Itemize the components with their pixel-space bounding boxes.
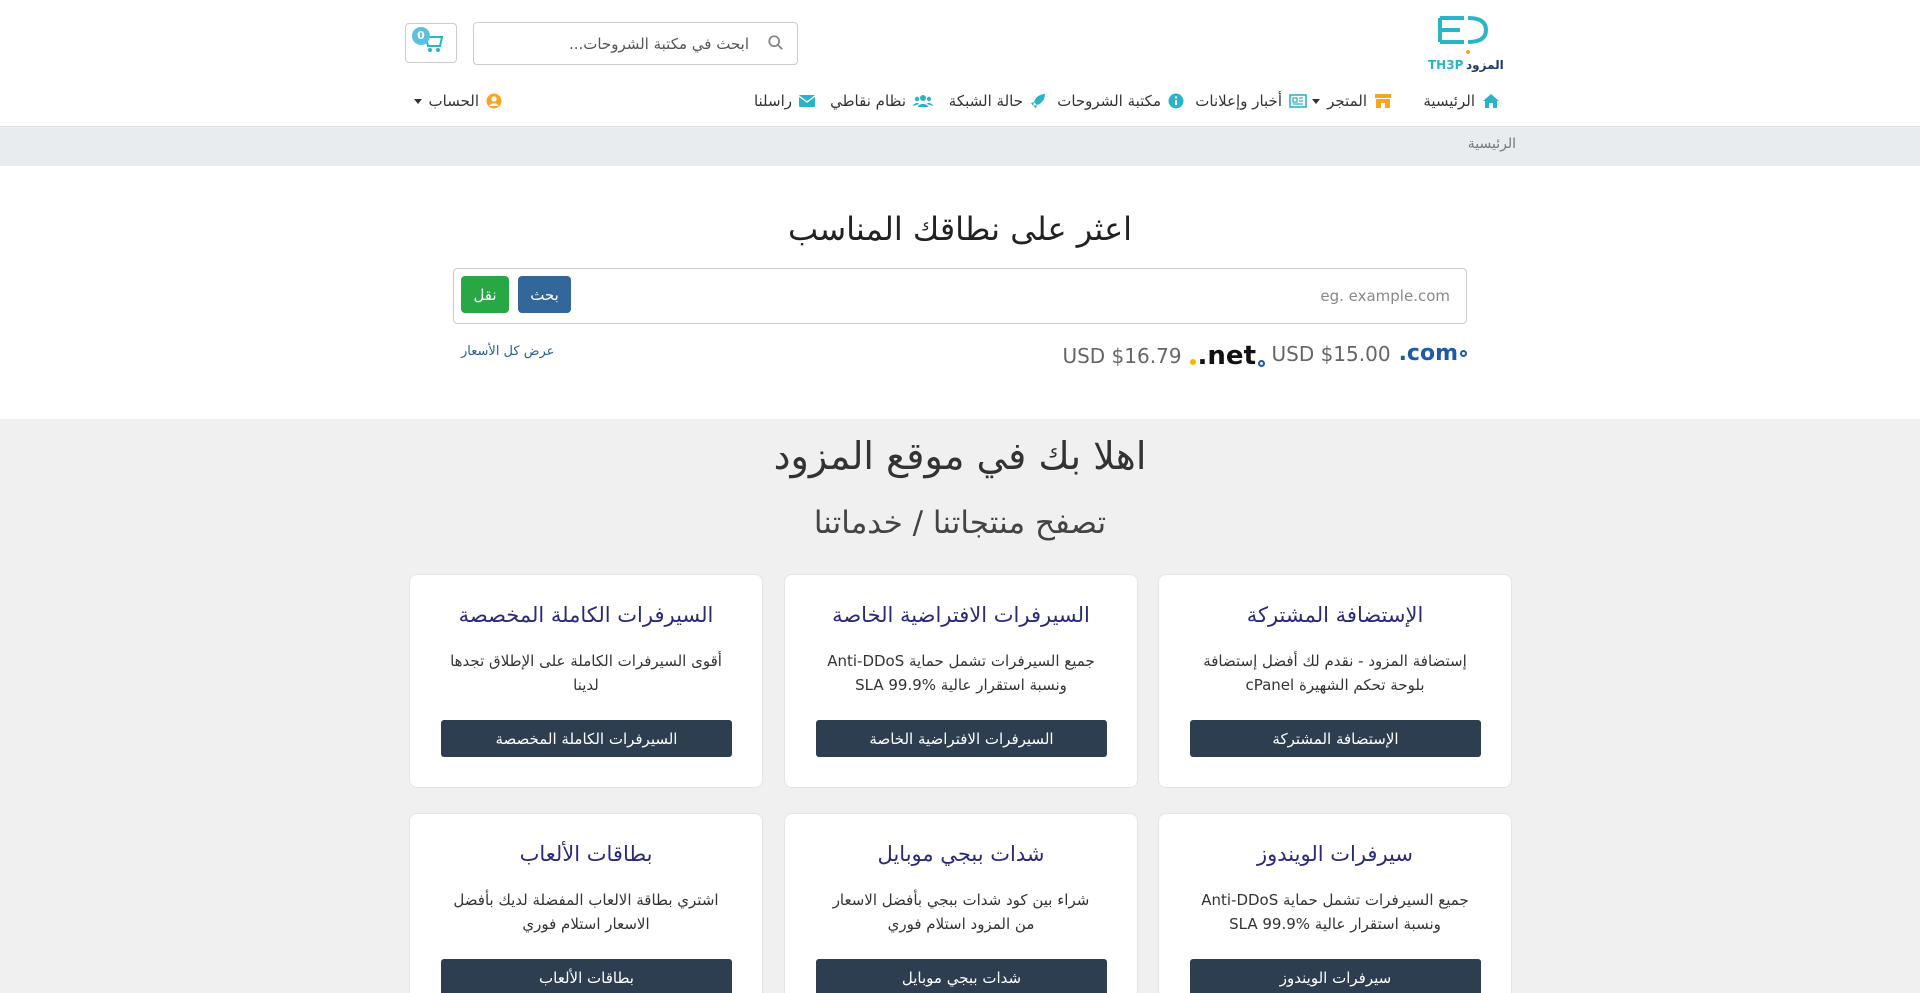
view-all-prices-link[interactable]: عرض كل الأسعار bbox=[461, 344, 554, 359]
tld-com: .com USD $15.00 bbox=[1271, 341, 1467, 366]
card-button-dedicated[interactable]: السيرفرات الكاملة المخصصة bbox=[441, 720, 732, 757]
kb-search-input[interactable] bbox=[484, 23, 749, 64]
nav-network-label: حالة الشبكة bbox=[948, 92, 1023, 110]
domain-search-section: اعثر على نطاقك المناسب بحث نقل .com USD … bbox=[0, 166, 1920, 419]
logo-mark-text: TH3P bbox=[1428, 58, 1464, 72]
store-icon bbox=[1375, 94, 1391, 108]
site-header: TH3P المزود 0 الرئيسية المتجر أخبار وإعل bbox=[0, 0, 1920, 127]
cart-button[interactable]: 0 bbox=[405, 23, 457, 63]
nav-store[interactable]: المتجر bbox=[1312, 92, 1392, 110]
newspaper-icon bbox=[1289, 94, 1307, 108]
nav-news[interactable]: أخبار وإعلانات bbox=[1195, 92, 1307, 110]
nav-points[interactable]: نظام نقاطي bbox=[830, 92, 933, 110]
nav-news-label: أخبار وإعلانات bbox=[1195, 92, 1282, 110]
product-card-windows: سيرفرات الويندوز جميع السيرفرات تشمل حما… bbox=[1158, 813, 1512, 993]
product-card-vps: السيرفرات الافتراضية الخاصة جميع السيرفر… bbox=[784, 574, 1138, 788]
nav-home-label: الرئيسية bbox=[1423, 92, 1475, 110]
domain-input[interactable] bbox=[850, 269, 1450, 323]
tld-net-name: .net bbox=[1197, 341, 1256, 371]
info-icon bbox=[1168, 93, 1184, 109]
card-title: شدات ببجي موبايل bbox=[877, 842, 1045, 866]
nav-network-status[interactable]: حالة الشبكة bbox=[949, 92, 1046, 110]
search-icon[interactable] bbox=[767, 34, 785, 52]
dot-icon bbox=[1189, 359, 1196, 365]
product-card-dedicated: السيرفرات الكاملة المخصصة أقوى السيرفرات… bbox=[409, 574, 763, 788]
rocket-icon bbox=[1031, 94, 1045, 108]
nav-account[interactable]: الحساب bbox=[413, 92, 503, 110]
nav-points-label: نظام نقاطي bbox=[830, 92, 906, 110]
card-title: بطاقات الألعاب bbox=[519, 842, 653, 866]
breadcrumb: الرئيسية bbox=[0, 128, 1920, 166]
card-button-game-cards[interactable]: بطاقات الألعاب bbox=[441, 959, 732, 993]
cart-count-badge: 0 bbox=[412, 27, 430, 45]
tld-net-price: USD $16.79 bbox=[1062, 344, 1182, 368]
nav-store-label: المتجر bbox=[1327, 92, 1367, 110]
card-description: شراء بين كود شدات ببجي بأفضل الاسعار من … bbox=[832, 891, 1090, 933]
card-description: جميع السيرفرات تشمل حماية Anti-DDoS ونسب… bbox=[1201, 891, 1469, 933]
product-card-game-cards: بطاقات الألعاب اشتري بطاقة الالعاب المفض… bbox=[409, 813, 763, 993]
product-card-pubg: شدات ببجي موبايل شراء بين كود شدات ببجي … bbox=[784, 813, 1138, 993]
card-title: السيرفرات الافتراضية الخاصة bbox=[832, 603, 1090, 627]
domain-transfer-button[interactable]: نقل bbox=[461, 276, 509, 313]
verisign-mark-icon bbox=[1258, 359, 1265, 367]
card-button-windows[interactable]: سيرفرات الويندوز bbox=[1190, 959, 1481, 993]
card-title: سيرفرات الويندوز bbox=[1257, 842, 1413, 866]
card-title: الإستضافة المشتركة bbox=[1246, 603, 1424, 627]
tld-net-logo: .net bbox=[1189, 341, 1265, 371]
domain-search-button[interactable]: بحث bbox=[518, 276, 571, 313]
nav-kb[interactable]: مكتبة الشروحات bbox=[1057, 92, 1184, 110]
domain-search-box: بحث نقل bbox=[453, 268, 1467, 324]
breadcrumb-current: الرئيسية bbox=[1467, 136, 1516, 152]
welcome-subtitle: تصفح منتجاتنا / خدماتنا bbox=[813, 505, 1107, 541]
domain-search-title: اعثر على نطاقك المناسب bbox=[787, 210, 1133, 248]
nav-contact[interactable]: راسلنا bbox=[754, 92, 815, 110]
user-circle-icon bbox=[486, 93, 502, 109]
kb-search-box bbox=[473, 22, 798, 65]
nav-kb-label: مكتبة الشروحات bbox=[1057, 92, 1161, 110]
card-title: السيرفرات الكاملة المخصصة bbox=[458, 603, 714, 627]
tld-com-logo: .com bbox=[1399, 341, 1467, 366]
users-icon bbox=[913, 95, 933, 107]
nav-contact-label: راسلنا bbox=[753, 92, 792, 110]
verisign-mark-icon bbox=[1460, 350, 1467, 357]
home-icon bbox=[1483, 94, 1499, 108]
nav-home[interactable]: الرئيسية bbox=[1423, 92, 1500, 110]
card-description: جميع السيرفرات تشمل حماية Anti-DDoS ونسب… bbox=[827, 652, 1095, 694]
logo-text: المزود bbox=[1466, 58, 1504, 72]
welcome-title: اهلا بك في موقع المزود bbox=[773, 434, 1147, 478]
tld-com-name: .com bbox=[1398, 341, 1458, 366]
site-logo[interactable]: TH3P المزود bbox=[1428, 10, 1504, 76]
card-button-shared-hosting[interactable]: الإستضافة المشتركة bbox=[1190, 720, 1481, 757]
tld-net: .net USD $16.79 bbox=[1062, 341, 1265, 371]
nav-account-label: الحساب bbox=[428, 92, 480, 110]
card-description: إستضافة المزود - نقدم لك أفضل إستضافة بل… bbox=[1203, 652, 1467, 694]
card-description: اشتري بطاقة الالعاب المفضلة لديك بأفضل ا… bbox=[453, 891, 719, 933]
card-description: أقوى السيرفرات الكاملة على الإطلاق تجدها… bbox=[450, 652, 722, 694]
product-card-shared-hosting: الإستضافة المشتركة إستضافة المزود - نقدم… bbox=[1158, 574, 1512, 788]
chevron-down-icon bbox=[413, 98, 422, 104]
card-button-pubg[interactable]: شدات ببجي موبايل bbox=[816, 959, 1107, 993]
card-button-vps[interactable]: السيرفرات الافتراضية الخاصة bbox=[816, 720, 1107, 757]
chevron-down-icon bbox=[1312, 98, 1321, 104]
main-nav: الرئيسية المتجر أخبار وإعلانات مكتبة الش… bbox=[0, 92, 1920, 118]
envelope-icon bbox=[799, 95, 815, 107]
tld-com-price: USD $15.00 bbox=[1271, 341, 1391, 366]
